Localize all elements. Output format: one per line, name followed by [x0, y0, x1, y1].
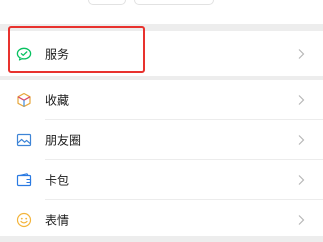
header-button-edge-right[interactable]	[134, 0, 214, 5]
chevron-right-icon	[298, 48, 305, 59]
highlight-annotation-box	[8, 26, 145, 73]
chevron-right-icon	[298, 214, 305, 225]
top-header-area	[0, 0, 323, 24]
features-section: 收藏 朋友圈 卡包 表情	[0, 80, 323, 236]
bottom-gap	[0, 236, 323, 242]
menu-item-card-wallet[interactable]: 卡包	[0, 160, 323, 199]
menu-item-stickers[interactable]: 表情	[0, 200, 323, 239]
favorites-cube-icon	[17, 92, 31, 107]
moments-photo-icon	[16, 133, 32, 146]
chevron-right-icon	[298, 134, 305, 145]
chevron-right-icon	[298, 94, 305, 105]
menu-item-moments-label: 朋友圈	[45, 133, 82, 147]
menu-item-stickers-label: 表情	[45, 213, 70, 227]
menu-item-card-wallet-label: 卡包	[45, 173, 70, 187]
chevron-right-icon	[298, 174, 305, 185]
header-button-edge-left[interactable]	[88, 0, 126, 5]
menu-item-moments[interactable]: 朋友圈	[0, 120, 323, 159]
menu-item-favorites[interactable]: 收藏	[0, 80, 323, 119]
menu-item-favorites-label: 收藏	[45, 93, 70, 107]
card-wallet-icon	[16, 172, 32, 186]
sticker-smile-icon	[16, 212, 32, 227]
